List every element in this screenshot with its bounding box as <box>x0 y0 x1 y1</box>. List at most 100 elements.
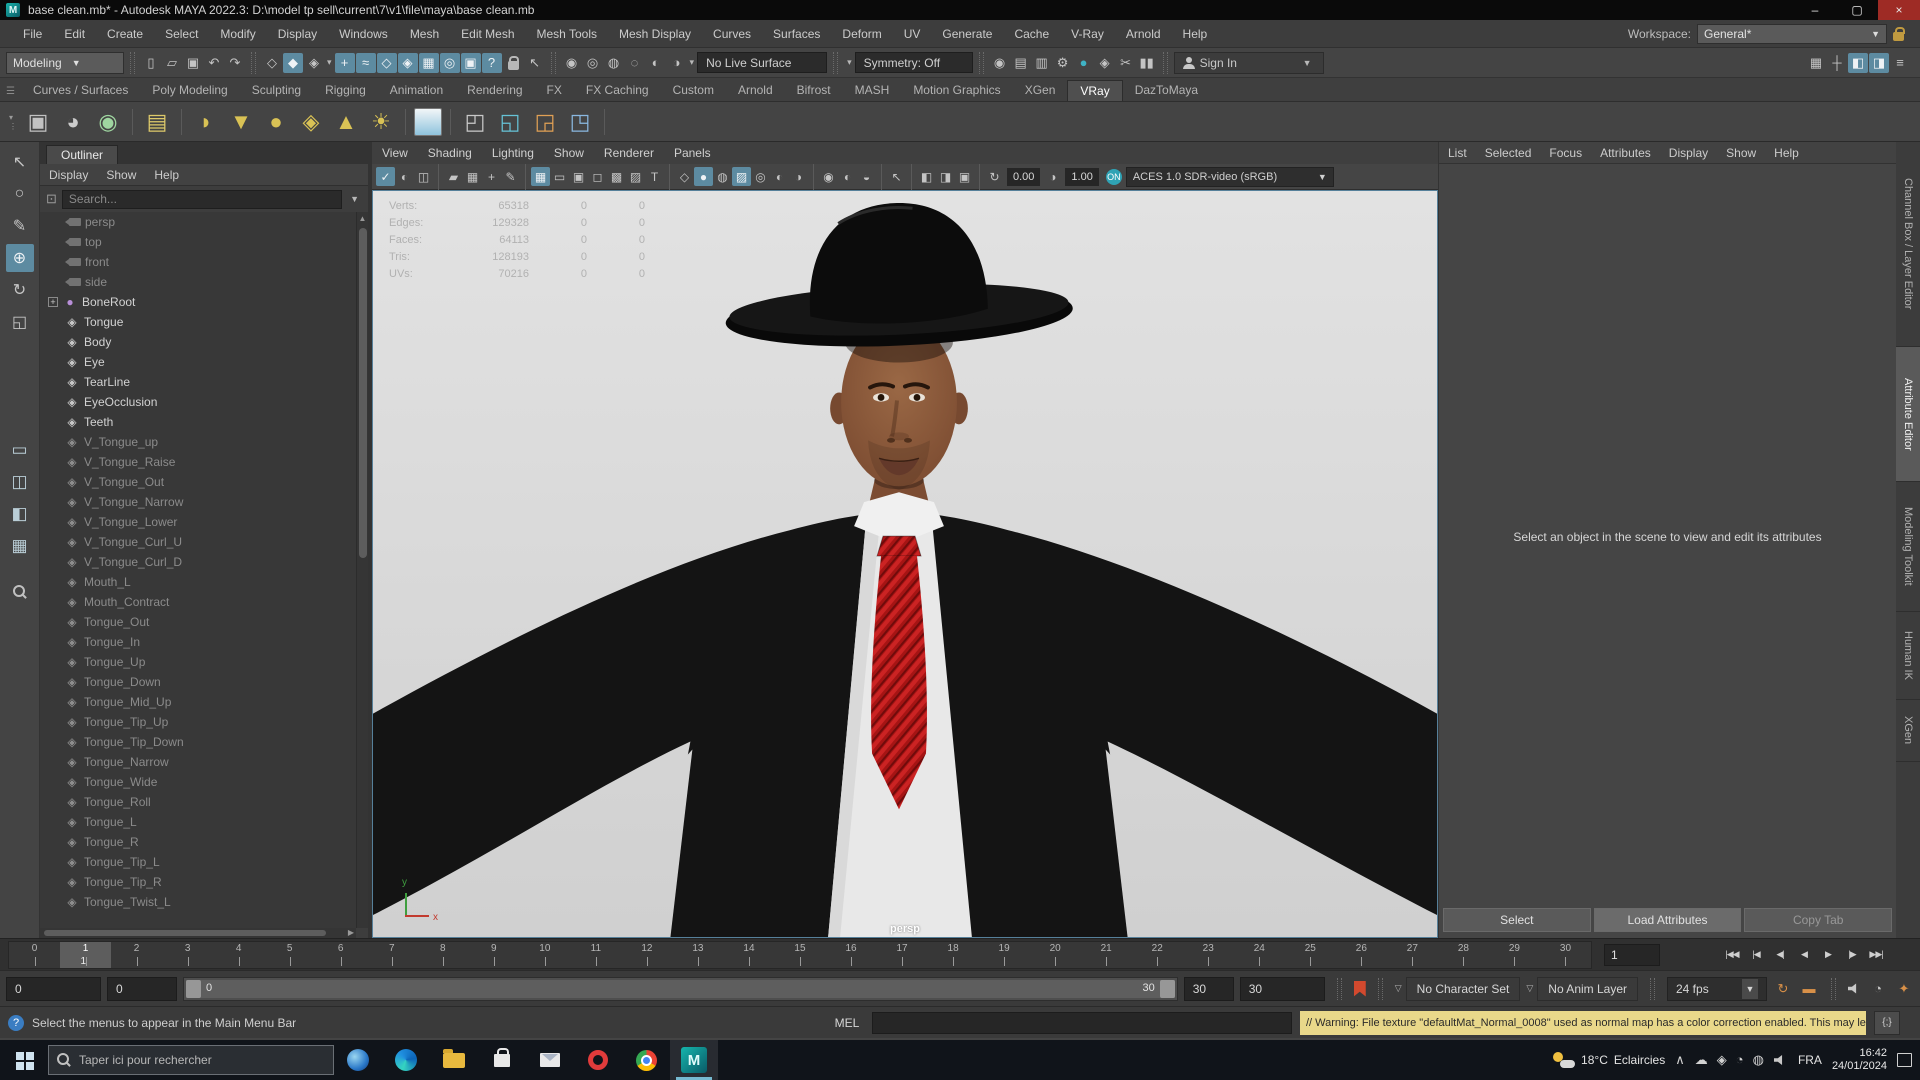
outliner-item-tongue_out[interactable]: ◈ Tongue_Out <box>40 612 356 632</box>
output-connections-icon[interactable]: ◎ <box>583 53 603 73</box>
paint-select-tool-icon[interactable]: ✎ <box>6 212 34 240</box>
vray-render-icon[interactable]: ◉ <box>92 106 124 138</box>
shelf-tab-vray[interactable]: VRay <box>1067 80 1123 101</box>
vray-sky-icon[interactable] <box>414 107 442 136</box>
ae-menu-show[interactable]: Show <box>1717 146 1765 160</box>
symmetry-field[interactable]: Symmetry: Off <box>854 52 973 73</box>
vray-volume-grid-icon[interactable]: ◳ <box>564 106 596 138</box>
colorspace-select[interactable]: ACES 1.0 SDR-video (sRGB) ▼ <box>1125 166 1334 187</box>
isolate-select-icon[interactable]: ↖ <box>887 167 906 186</box>
exposure-icon[interactable]: ↻ <box>985 167 1004 186</box>
construction-history-icon[interactable]: ◍ <box>604 53 624 73</box>
anim-layer-select[interactable]: ▽ No Anim Layer <box>1526 976 1638 1001</box>
live-surface-field[interactable]: No Live Surface <box>697 52 828 73</box>
shelf-tab-sculpting[interactable]: Sculpting <box>240 80 313 101</box>
viewport-menu-lighting[interactable]: Lighting <box>482 146 544 160</box>
ae-menu-attributes[interactable]: Attributes <box>1591 146 1660 160</box>
menu-curves[interactable]: Curves <box>702 20 762 48</box>
timeline-frame-11[interactable]: 11 <box>570 942 621 968</box>
outliner-horizontal-scrollbar[interactable]: ▶ <box>40 928 356 938</box>
step-back-frame-button[interactable]: |◀ <box>1744 944 1768 966</box>
menu-cache[interactable]: Cache <box>1003 20 1060 48</box>
attribute-editor-toggle-icon[interactable]: ◨ <box>1869 52 1889 73</box>
move-tool-icon[interactable]: ⊕ <box>5 244 34 272</box>
close-button[interactable]: × <box>1878 0 1920 20</box>
side-tab-xgen[interactable]: XGen <box>1896 700 1920 762</box>
shelf-tab-arnold[interactable]: Arnold <box>726 80 785 101</box>
shelf-menu-icon[interactable]: ☰ <box>0 86 21 101</box>
outliner-item-tongue_in[interactable]: ◈ Tongue_In <box>40 632 356 652</box>
mel-command-input[interactable] <box>872 1011 1292 1034</box>
menu-display[interactable]: Display <box>267 20 328 48</box>
exposure-field[interactable]: 0.00 <box>1007 167 1041 186</box>
playback-start-field[interactable]: 0 <box>107 976 177 1001</box>
outliner-item-tongue_wide[interactable]: ◈ Tongue_Wide <box>40 772 356 792</box>
ae-menu-selected[interactable]: Selected <box>1476 146 1541 160</box>
outliner-item-tongue_twist_l[interactable]: ◈ Tongue_Twist_L <box>40 892 356 912</box>
loop-playback-icon[interactable]: ↻ <box>1773 979 1793 999</box>
menu-edit-mesh[interactable]: Edit Mesh <box>450 20 525 48</box>
resolution-gate-icon[interactable]: ▣ <box>569 167 588 186</box>
viewport-layout-a-icon[interactable]: ◧ <box>917 167 936 186</box>
image-plane-icon[interactable]: ▦ <box>463 167 482 186</box>
animation-preferences-icon[interactable]: ◔ <box>1868 979 1888 999</box>
gamma-field[interactable]: 1.00 <box>1065 167 1099 186</box>
scrollbar-thumb[interactable] <box>44 930 326 936</box>
select-component-icon[interactable]: ◈ <box>304 53 324 73</box>
wireframe-on-shaded-icon[interactable]: ◍ <box>713 167 732 186</box>
outliner-item-tongue_narrow[interactable]: ◈ Tongue_Narrow <box>40 752 356 772</box>
outliner-item-mouth_l[interactable]: ◈ Mouth_L <box>40 572 356 592</box>
outliner-item-side[interactable]: side <box>40 272 356 292</box>
lasso-tool-icon[interactable]: ○ <box>6 180 34 208</box>
node-editor-icon[interactable]: ◌ <box>625 53 645 73</box>
timeline-frame-25[interactable]: 25 <box>1285 942 1336 968</box>
chevron-down-icon[interactable]: ▾ <box>690 57 695 68</box>
timeline-frame-27[interactable]: 27 <box>1387 942 1438 968</box>
vray-ies-light-icon[interactable]: ▲ <box>330 106 362 138</box>
connection-editor-icon[interactable]: ◑ <box>667 53 687 73</box>
highlight-selection-icon[interactable]: ↖ <box>525 53 545 73</box>
outliner-search-input[interactable] <box>61 189 343 209</box>
wireframe-icon[interactable]: ◇ <box>675 167 694 186</box>
outliner-item-tongue_tip_down[interactable]: ◈ Tongue_Tip_Down <box>40 732 356 752</box>
side-tab-channel-box-layer-editor[interactable]: Channel Box / Layer Editor <box>1896 142 1920 347</box>
outliner-item-v_tongue_curl_d[interactable]: ◈ V_Tongue_Curl_D <box>40 552 356 572</box>
load-attributes-button[interactable]: Load Attributes <box>1593 908 1742 932</box>
viewport-menu-shading[interactable]: Shading <box>418 146 482 160</box>
outliner-item-v_tongue_curl_u[interactable]: ◈ V_Tongue_Curl_U <box>40 532 356 552</box>
vray-render-settings-icon[interactable]: ▣ <box>22 106 54 138</box>
outliner-item-eye[interactable]: ◈ Eye <box>40 352 356 372</box>
chevron-down-icon[interactable]: ▼ <box>350 194 359 204</box>
security-tray-icon[interactable]: ◈ <box>1717 1052 1727 1068</box>
outliner-item-tongue_l[interactable]: ◈ Tongue_L <box>40 812 356 832</box>
side-tab-attribute-editor[interactable]: Attribute Editor <box>1896 347 1920 482</box>
menu-mesh-tools[interactable]: Mesh Tools <box>526 20 608 48</box>
outliner-menu-help[interactable]: Help <box>145 168 188 182</box>
new-scene-icon[interactable]: ▯ <box>141 53 161 73</box>
menu-mesh-display[interactable]: Mesh Display <box>608 20 702 48</box>
render-settings-icon[interactable]: ⚙ <box>1053 53 1073 73</box>
grease-pencil-icon[interactable]: ✎ <box>501 167 520 186</box>
shadows-icon[interactable]: ◐ <box>838 167 857 186</box>
shelf-tab-animation[interactable]: Animation <box>378 80 455 101</box>
menu-generate[interactable]: Generate <box>931 20 1003 48</box>
viewport-layout-b-icon[interactable]: ◨ <box>936 167 955 186</box>
gate-mask-icon[interactable]: ◻ <box>588 167 607 186</box>
timeline-frame-9[interactable]: 9 <box>468 942 519 968</box>
scrollbar-thumb[interactable] <box>359 228 367 558</box>
menu-deform[interactable]: Deform <box>831 20 892 48</box>
keyboard-language[interactable]: FRA <box>1798 1053 1822 1067</box>
step-back-key-button[interactable]: ◀| <box>1768 944 1792 966</box>
snap-point-icon[interactable]: ◇ <box>376 52 397 73</box>
outliner-item-front[interactable]: front <box>40 252 356 272</box>
menu-set-select[interactable]: Modeling ▼ <box>6 51 124 74</box>
scroll-right-icon[interactable]: ▶ <box>348 928 354 937</box>
render-current-frame-icon[interactable]: ◉ <box>990 53 1010 73</box>
layout-single-pane-icon[interactable]: ▭ <box>6 436 34 464</box>
range-slider[interactable]: 0 30 <box>183 976 1178 1001</box>
outliner-item-body[interactable]: ◈ Body <box>40 332 356 352</box>
select-button[interactable]: Select <box>1443 908 1591 932</box>
quick-rename-icon[interactable]: ▣ <box>460 52 481 73</box>
make-live-icon[interactable]: ◎ <box>439 52 460 73</box>
timeline-frame-6[interactable]: 6 <box>315 942 366 968</box>
